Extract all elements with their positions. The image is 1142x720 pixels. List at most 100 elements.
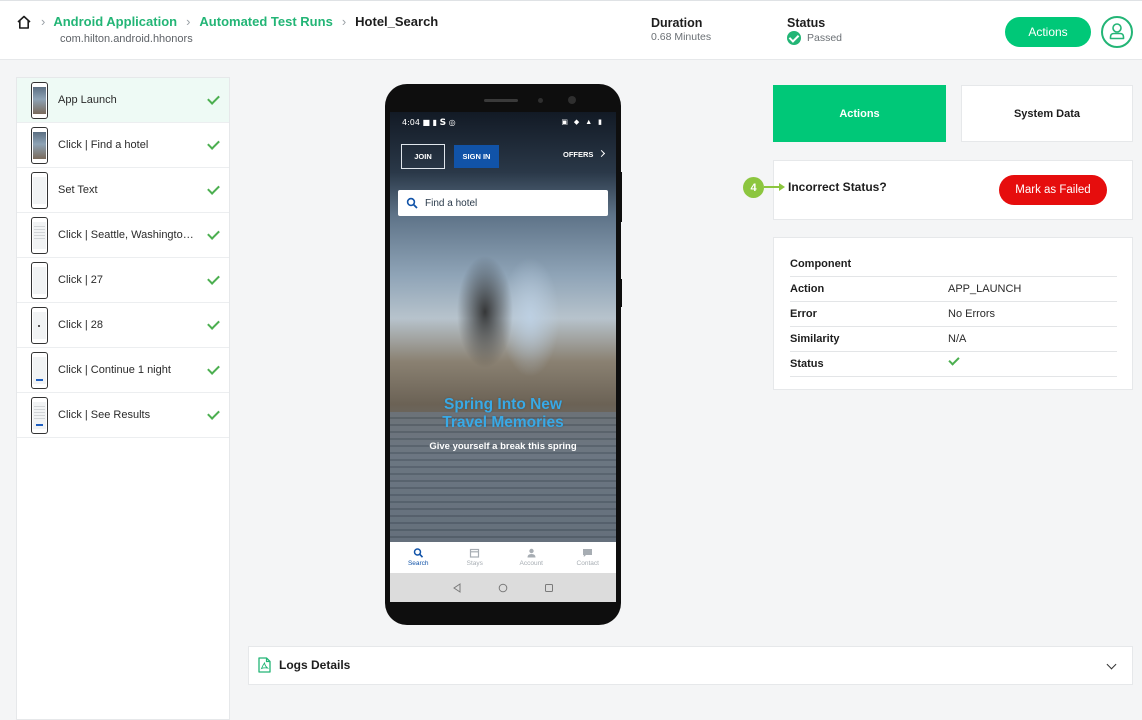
step-label: Click | 27 [58,274,104,286]
step-label: Click | Find a hotel [58,139,149,151]
find-hotel-placeholder: Find a hotel [425,197,478,209]
promo-subheadline: Give yourself a break this spring [429,441,577,452]
phone-speaker [484,99,518,102]
app-tab-label: Stays [466,560,483,567]
step-screenshot-thumbnail [31,81,48,119]
duration-block: Duration 0.68 Minutes [651,16,711,43]
status-block: Status Passed [787,16,842,45]
offers-link[interactable]: OFFERS [563,150,593,159]
step-item[interactable]: Click | 27 [17,258,229,303]
detail-key: Component [790,258,852,270]
check-circle-icon [787,31,801,45]
recents-square-icon[interactable] [541,580,557,596]
table-row: Error No Errors [790,302,1117,327]
breadcrumb-current: Hotel_Search [355,14,439,29]
step-screenshot-thumbnail [31,261,48,299]
thumbnail-detail [34,405,45,420]
step-details-table: Component Action APP_LAUNCH Error No Err… [773,237,1133,390]
check-icon [207,184,217,196]
home-circle-icon[interactable] [495,580,511,596]
step-item[interactable]: Click | Continue 1 night [17,348,229,393]
step-item[interactable]: Click | Seattle, Washington, ... [17,213,229,258]
detail-key: Action [790,283,825,295]
device-status-icons: ▣ ◆ ▲ ▮ [561,119,604,126]
table-row: Component [790,252,1117,277]
breadcrumb-separator: › [341,14,347,29]
find-hotel-search[interactable]: Find a hotel [398,190,608,216]
step-item[interactable]: Set Text [17,168,229,213]
logs-details-title: Logs Details [279,658,351,672]
header-bar: › Android Application › Automated Test R… [0,0,1142,60]
app-tab-account[interactable]: Account [503,542,560,573]
step-label: Click | 28 [58,319,104,331]
step-item[interactable]: Click | See Results [17,393,229,438]
logs-details-panel[interactable]: Logs Details [248,646,1133,685]
chevron-down-icon[interactable] [1106,659,1117,670]
step-label: Click | Seattle, Washington, ... [58,229,196,241]
home-icon[interactable] [16,14,32,30]
app-tab-bar: Search Stays Account Contact [390,542,616,573]
step-list: App Launch Click | Find a hotel Set Text Cl… [16,77,230,720]
breadcrumb: › Android Application › Automated Test R… [41,14,438,29]
phone-side-button [619,172,622,222]
promo-headline-line1: Spring Into New [444,396,562,413]
user-icon [1109,23,1125,40]
step-label: Click | Continue 1 night [58,364,171,376]
app-tab-contact[interactable]: Contact [560,542,617,573]
app-tab-label: Contact [576,560,599,567]
promo-headline-line2: Travel Memories [442,414,564,431]
check-icon [207,94,217,106]
android-nav-bar [390,573,616,602]
step-screenshot-thumbnail [31,126,48,164]
incorrect-status-label: Incorrect Status? [788,180,887,194]
avatar[interactable] [1101,16,1133,48]
table-row: Status [790,352,1117,377]
check-icon [207,364,217,376]
breadcrumb-android-application[interactable]: Android Application [53,14,177,29]
status-value: Passed [807,32,843,44]
sign-in-button[interactable]: SIGN IN [454,145,499,168]
step-item[interactable]: Click | Find a hotel [17,123,229,168]
check-icon [207,409,217,421]
detail-key: Error [790,308,817,320]
step-item[interactable]: Click | 28 [17,303,229,348]
arrow-right-icon [764,183,785,191]
step-screenshot-thumbnail [31,216,48,254]
step-screenshot-thumbnail [31,171,48,209]
actions-button[interactable]: Actions [1005,17,1091,47]
detail-value [948,357,957,371]
duration-value: 0.68 Minutes [651,31,712,43]
pdf-file-icon [258,657,271,673]
device-screen: 4:04 ■ ▮ S ◎ ▣ ◆ ▲ ▮ JOIN SIGN IN OFFERS… [390,112,616,602]
person-icon [527,548,536,558]
app-tab-stays[interactable]: Stays [447,542,504,573]
tab-actions[interactable]: Actions [773,85,946,142]
step-item[interactable]: App Launch [17,78,229,123]
app-tab-search[interactable]: Search [390,542,447,573]
app-package-name: com.hilton.android.hhonors [60,33,193,45]
detail-value: No Errors [948,308,996,320]
search-icon [413,548,423,558]
mark-as-failed-button[interactable]: Mark as Failed [999,175,1107,205]
search-icon [406,197,418,209]
detail-key: Similarity [790,333,840,345]
breadcrumb-separator: › [186,14,191,29]
thumbnail-screen [33,131,46,159]
phone-side-button [619,279,622,307]
check-icon [207,319,217,331]
step-screenshot-thumbnail [31,351,48,389]
join-button[interactable]: JOIN [401,144,445,169]
device-preview: 4:04 ■ ▮ S ◎ ▣ ◆ ▲ ▮ JOIN SIGN IN OFFERS… [385,84,622,625]
phone-sensor [538,98,543,103]
check-icon [948,357,957,368]
tab-system-data[interactable]: System Data [961,85,1133,142]
chat-icon [583,549,593,557]
thumbnail-detail [34,225,45,240]
status-label: Status [787,16,826,30]
duration-label: Duration [651,16,703,30]
back-icon[interactable] [449,580,465,596]
step-label: App Launch [58,94,117,106]
step-number-badge: 4 [743,177,764,198]
breadcrumb-automated-test-runs[interactable]: Automated Test Runs [199,14,332,29]
thumbnail-screen [33,266,46,294]
